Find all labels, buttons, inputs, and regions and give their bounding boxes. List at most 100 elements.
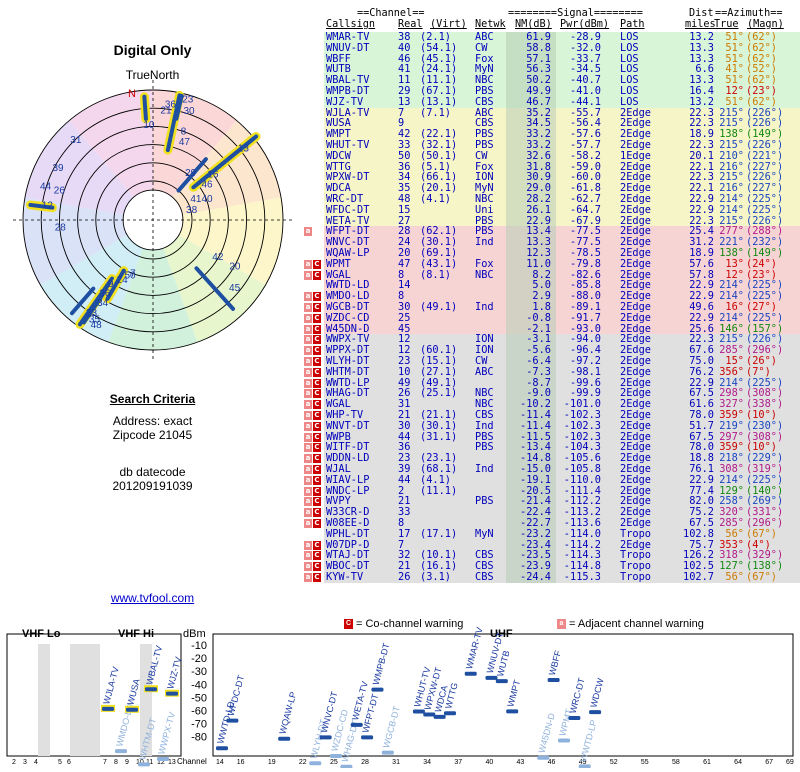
left-panel: Digital Only TrueNorth 36 21 10 23 30 8 47 31 39… [0,0,305,610]
vhf-channel-tick: 9 [125,759,129,766]
station-bar [547,678,560,683]
table-row[interactable]: WNUV-DT 40 (54.1) CW 58.8 -32.0 LOS 13.3 51° (62°… [302,41,800,54]
cell-net: Ind [475,463,494,475]
cell-mg: (62°) [746,41,777,54]
radar-channel-label: 38 [186,205,198,216]
cell-nm: 32.6 [526,149,551,162]
uhf-channel-tick: 25 [330,759,338,766]
cell-net: CW [475,149,488,162]
uhf-channel-tick: 61 [703,759,711,766]
cell-net: Ind [475,236,494,249]
station-bar [423,712,436,717]
co-channel-warning-icon: C [313,421,321,431]
table-row[interactable]: a C WIAV-LP 44 (4.1) -19.1 -110.0 2Edge 22.9 214°… [302,473,800,486]
cell-virt: (4.1) [420,193,451,205]
station-bar [361,735,374,740]
table-row[interactable]: a C KYW-TV 26 (3.1) CBS -24.4 -115.3 Tropo 102.7 5… [302,572,800,583]
cell-az: 214° [719,473,744,486]
co-channel-warning-icon: C [313,486,321,496]
table-row[interactable]: WDCW 50 (50.1) CW 32.6 -58.2 1Edge 20.1 210° (221… [302,149,800,162]
uhf-channel-tick: 28 [361,759,369,766]
cell-pwr: -110.0 [563,473,601,486]
channel-axis-label: Channel [177,757,207,766]
uhf-channel-tick: 19 [268,759,276,766]
table-row[interactable]: a C WPMT 47 (43.1) Fox 11.0 -79.8 2Edge 57.6 13° (2… [302,258,800,270]
cell-net: CBS [475,95,494,108]
cell-az: 219° [719,419,744,432]
cell-nm: -24.4 [520,571,551,583]
cell-dist: 22.9 [689,203,714,216]
cell-az: 51° [725,95,744,108]
cell-cs: WZDC-CD [326,311,370,324]
page-title: Digital Only [113,42,192,58]
radar-channel-label: 28 [55,222,67,233]
cell-virt: (4.1) [420,473,451,486]
cell-nm: -23.2 [520,527,551,540]
table-row[interactable]: WFDC-DT 15 Uni 26.1 -64.7 2Edge 22.9 214° (225°) [302,203,800,216]
site-link[interactable]: www.tvfool.com [0,591,305,605]
vhf-channel-tick: 6 [67,759,71,766]
table-row[interactable]: a C WZDC-CD 25 -0.8 -91.7 2Edge 22.9 214° (225°) [302,311,800,324]
co-channel-warning-icon: C [313,443,321,453]
vhf-channel-tick: 5 [58,759,62,766]
station-bar [537,755,550,760]
table-row[interactable]: a C WHTM-DT 10 (27.1) ABC -7.3 -98.1 2Edge 76.2 35… [302,365,800,378]
table-row[interactable]: WPHL-DT 17 (17.1) MyN -23.2 -114.0 Tropo 102.8 5… [302,527,800,540]
cell-mg: (225°) [746,203,784,216]
vhf-channel-tick: 4 [34,759,38,766]
co-channel-warning-icon: C [313,335,321,345]
adjacent-warning-icon: a [304,259,312,269]
uhf-channel-tick: 64 [734,759,742,766]
table-group-header: ==Channel== ========Signal======== Dist … [302,8,782,20]
cell-virt: (8.1) [420,268,451,281]
db-datecode-value: 201209191039 [112,479,193,493]
column-header: True [714,19,739,30]
cell-real: 44 [398,473,411,486]
cell-nm: 46.7 [526,95,551,108]
radar-channel-label: 29 [185,168,197,179]
search-criteria-title: Search Criteria [109,392,196,406]
cell-pwr: -58.2 [570,149,601,162]
cell-path: 2Edge [620,311,651,324]
cell-virt: (11.1) [420,484,458,497]
co-channel-warning-icon: C [313,346,321,356]
cell-nm: -7.3 [526,365,551,378]
station-bar [126,707,138,712]
table-row[interactable]: WJZ-TV 13 (13.1) CBS 46.7 -44.1 LOS 13.2 51° (62°… [302,95,800,108]
adjacent-warning-icon: a [304,421,312,431]
station-bar [568,716,581,721]
cell-virt: (3.1) [420,571,451,583]
polar-radar-plot: 3621102330847313944 2612281329 16464140384… [13,80,293,360]
cell-virt: (27.1) [420,365,458,378]
spectrum-panel: C = Co-channel warning a = Adjacent channe… [0,612,800,769]
adjacent-warning-icon: a [304,432,312,442]
table-row[interactable]: a C WNVT-DT 30 (30.1) Ind -11.4 -102.3 2Edge 51.7… [302,419,800,432]
cell-path: LOS [620,95,639,108]
radar-channel-label: 20 [229,262,241,273]
adjacent-warning-icon: a [304,508,312,518]
co-channel-warning-icon: C [313,400,321,410]
cell-nm: -0.8 [526,311,551,324]
adjacent-warning-icon: a [304,454,312,464]
dbm-tick: -80 [191,732,207,744]
station-bar [464,671,477,676]
cell-net: PBS [475,495,494,508]
cell-path: Tropo [620,527,651,540]
co-channel-legend-text: = Co-channel warning [356,618,464,630]
vhf-channel-tick: 3 [23,759,27,766]
column-header: Real [398,19,423,30]
uhf-channel-tick: 40 [485,759,493,766]
co-channel-warning-icon: C [313,540,321,550]
cell-nm: -11.4 [520,419,551,432]
adjacent-channel-warning-icon: a [557,619,566,630]
station-bar [102,706,114,711]
dbm-tick: -20 [191,653,207,665]
column-header: miles [685,19,716,30]
cell-cs: WPHL-DT [326,527,370,540]
dbm-tick: -60 [191,706,207,718]
cell-net: CW [475,41,488,54]
cell-net: CBS [475,571,494,583]
vhf-channel-tick: 2 [12,759,16,766]
adjacent-warning-icon: a [304,562,312,572]
cell-real: 17 [398,527,411,540]
